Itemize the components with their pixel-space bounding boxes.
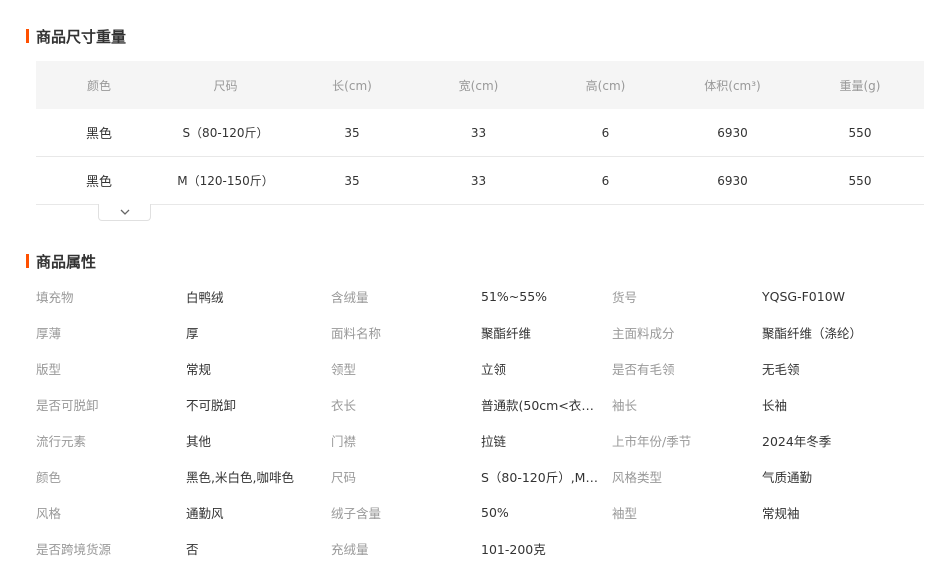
table-cell: 6930 [669, 109, 796, 157]
title-accent-bar [26, 29, 29, 43]
table-cell: 550 [796, 109, 924, 157]
expand-table-button[interactable] [98, 204, 151, 221]
attribute-label: 厚薄 [36, 325, 62, 341]
attribute-value: 黑色,米白色,咖啡色 [186, 469, 294, 485]
size-weight-table: 颜色 尺码 长(cm) 宽(cm) 高(cm) 体积(cm³) 重量(g) 黑色… [36, 61, 924, 205]
attribute-value: 气质通勤 [762, 469, 813, 485]
table-cell: 35 [289, 156, 415, 205]
table-cell: 黑色 [36, 156, 162, 205]
attribute-value: 无毛领 [762, 361, 800, 377]
attribute-label: 风格 [36, 505, 62, 521]
attribute-value: 立领 [481, 361, 507, 377]
attribute-value: 否 [186, 541, 199, 557]
table-cell: 33 [415, 109, 542, 157]
attribute-label: 含绒量 [331, 289, 369, 305]
attribute-label: 版型 [36, 361, 62, 377]
attribute-label: 袖长 [612, 397, 638, 413]
attribute-label: 上市年份/季节 [612, 433, 692, 449]
attribute-value: 白鸭绒 [186, 289, 224, 305]
attribute-row: 风格 通勤风 绒子含量 50% 袖型 常规袖 [36, 494, 924, 530]
attribute-label: 衣长 [331, 397, 357, 413]
attribute-row: 颜色 黑色,米白色,咖啡色 尺码 S（80-120斤）,M（1... 风格类型 … [36, 458, 924, 494]
attribute-row: 是否跨境货源 否 充绒量 101-200克 [36, 530, 924, 566]
attribute-label: 绒子含量 [331, 505, 382, 521]
chevron-down-icon [120, 209, 129, 215]
attribute-value: 长袖 [762, 397, 788, 413]
attribute-label: 尺码 [331, 469, 357, 485]
column-header: 长(cm) [289, 61, 415, 109]
attribute-row: 流行元素 其他 门襟 拉链 上市年份/季节 2024年冬季 [36, 422, 924, 458]
attribute-row: 是否可脱卸 不可脱卸 衣长 普通款(50cm<衣长≤... 袖长 长袖 [36, 386, 924, 422]
table-cell: 6930 [669, 156, 796, 205]
column-header: 体积(cm³) [669, 61, 796, 109]
table-cell: 6 [542, 156, 669, 205]
table-cell: 6 [542, 109, 669, 157]
attribute-label: 袖型 [612, 505, 638, 521]
attribute-label: 流行元素 [36, 433, 87, 449]
table-cell: 35 [289, 109, 415, 157]
table-cell: S（80-120斤） [162, 109, 289, 157]
attribute-label: 风格类型 [612, 469, 663, 485]
attribute-value: 普通款(50cm<衣长≤... [481, 397, 612, 413]
attribute-value: S（80-120斤）,M（1... [481, 469, 612, 485]
attribute-label: 领型 [331, 361, 357, 377]
attribute-value: 聚酯纤维 [481, 325, 532, 341]
attribute-label: 是否可脱卸 [36, 397, 99, 413]
column-header: 颜色 [36, 61, 162, 109]
attribute-value: 50% [481, 504, 509, 520]
attribute-value: YQSG-F010W [762, 288, 846, 304]
attribute-value: 101-200克 [481, 541, 546, 557]
attr-section-title-text: 商品属性 [36, 252, 97, 271]
table-cell: M（120-150斤） [162, 156, 289, 205]
table-header-row: 颜色 尺码 长(cm) 宽(cm) 高(cm) 体积(cm³) 重量(g) [36, 61, 924, 109]
column-header: 宽(cm) [415, 61, 542, 109]
table-cell: 33 [415, 156, 542, 205]
attribute-value: 51%~55% [481, 288, 548, 304]
size-section-title-text: 商品尺寸重量 [36, 27, 127, 46]
attribute-label: 是否跨境货源 [36, 541, 112, 557]
attribute-label: 门襟 [331, 433, 357, 449]
table-row: 黑色 S（80-120斤） 35 33 6 6930 550 [36, 109, 924, 157]
attribute-row: 填充物 白鸭绒 含绒量 51%~55% 货号 YQSG-F010W [36, 278, 924, 314]
column-header: 重量(g) [796, 61, 924, 109]
attribute-label: 货号 [612, 289, 638, 305]
attribute-row: 版型 常规 领型 立领 是否有毛领 无毛领 [36, 350, 924, 386]
table-cell: 550 [796, 156, 924, 205]
table-cell: 黑色 [36, 109, 162, 157]
table-row: 黑色 M（120-150斤） 35 33 6 6930 550 [36, 156, 924, 205]
size-section-title: 商品尺寸重量 [26, 27, 127, 46]
attribute-value: 常规袖 [762, 505, 800, 521]
attribute-label: 面料名称 [331, 325, 382, 341]
title-accent-bar [26, 254, 29, 268]
attribute-value: 厚 [186, 325, 199, 341]
attribute-value: 聚酯纤维（涤纶） [762, 325, 863, 341]
attribute-value: 其他 [186, 433, 212, 449]
attribute-label: 主面料成分 [612, 325, 675, 341]
attribute-label: 充绒量 [331, 541, 369, 557]
attribute-value: 不可脱卸 [186, 397, 237, 413]
attribute-label: 颜色 [36, 469, 62, 485]
attribute-label: 是否有毛领 [612, 361, 675, 377]
attribute-value: 2024年冬季 [762, 433, 832, 449]
attr-section-title: 商品属性 [26, 252, 97, 271]
attribute-grid: 填充物 白鸭绒 含绒量 51%~55% 货号 YQSG-F010W 厚薄 厚 面… [36, 278, 924, 566]
column-header: 尺码 [162, 61, 289, 109]
attribute-label: 填充物 [36, 289, 74, 305]
attribute-value: 通勤风 [186, 505, 224, 521]
attribute-row: 厚薄 厚 面料名称 聚酯纤维 主面料成分 聚酯纤维（涤纶） [36, 314, 924, 350]
column-header: 高(cm) [542, 61, 669, 109]
attribute-value: 拉链 [481, 433, 507, 449]
attribute-value: 常规 [186, 361, 212, 377]
